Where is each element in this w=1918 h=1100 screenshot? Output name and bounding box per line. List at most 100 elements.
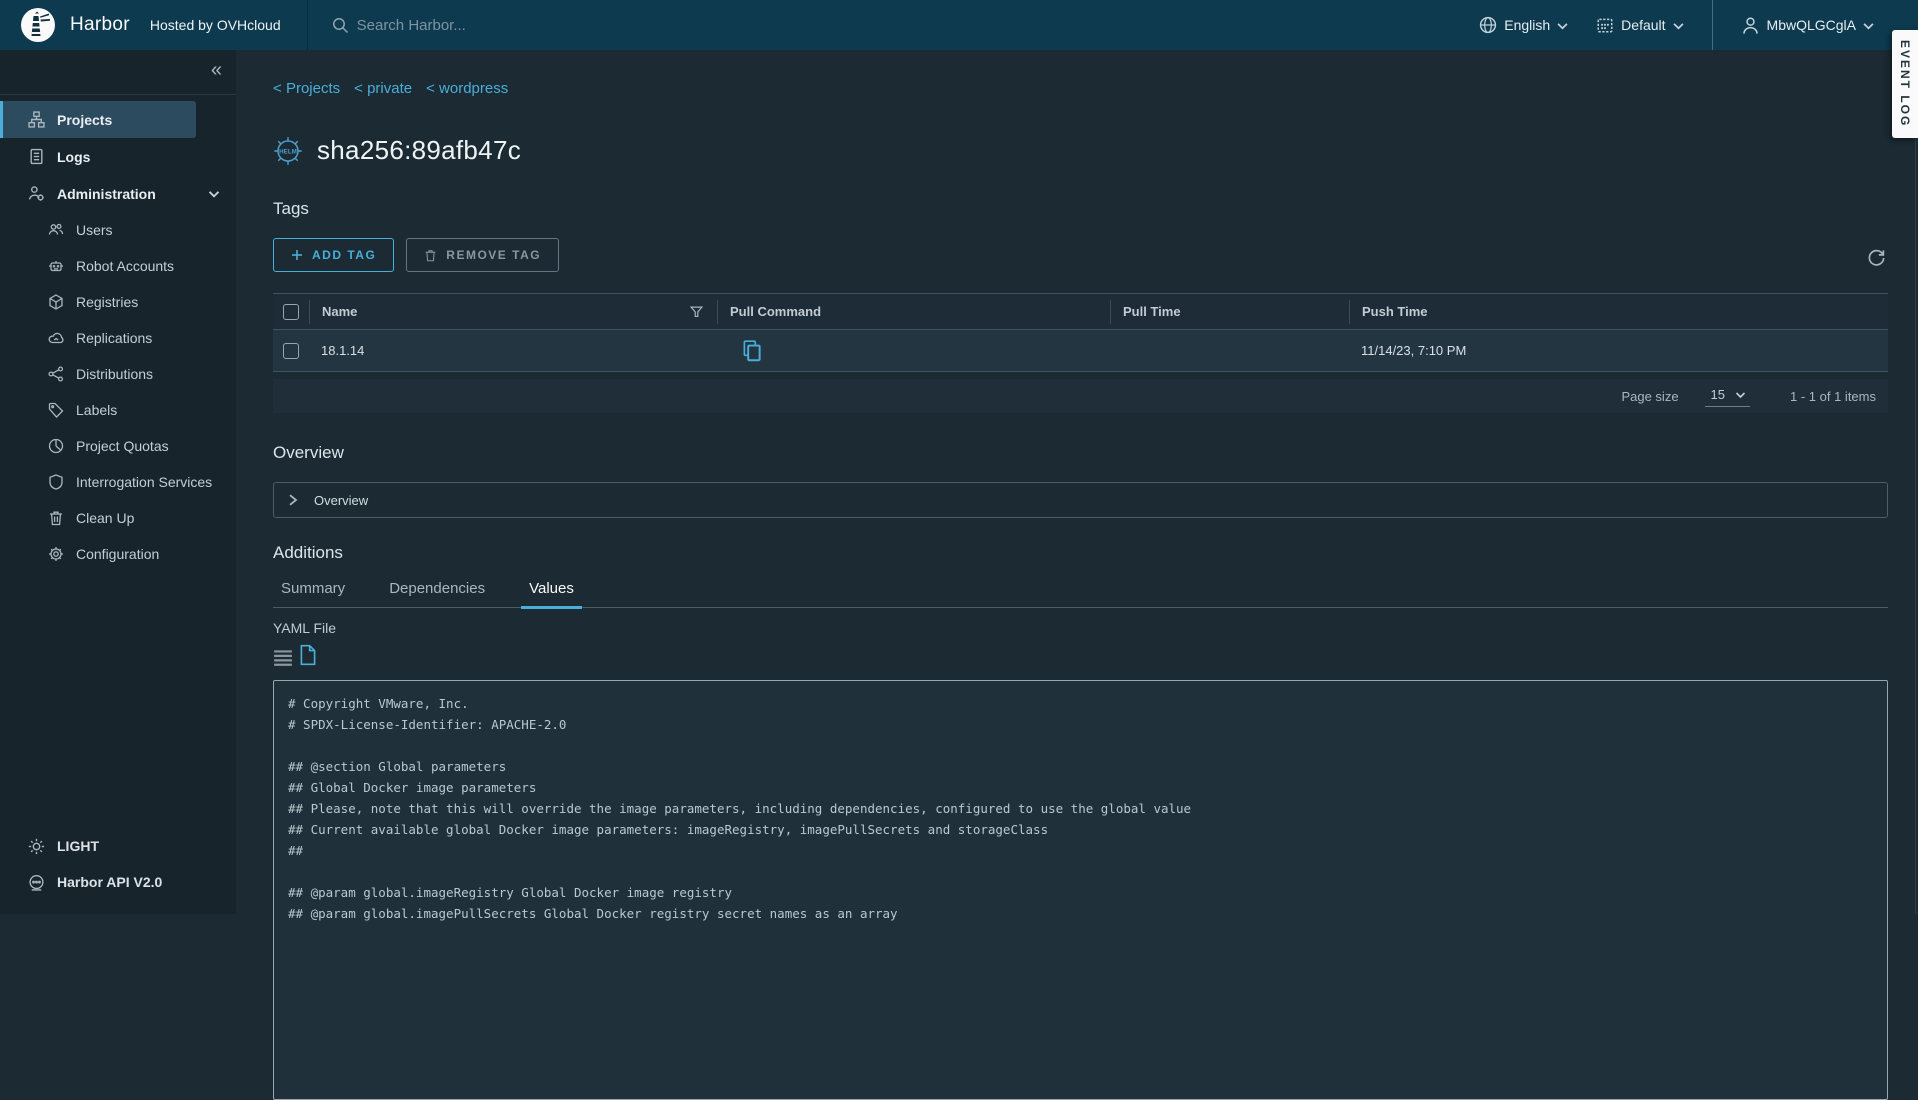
- refresh-icon[interactable]: [1867, 248, 1886, 267]
- sidebar-item-configuration[interactable]: Configuration: [0, 536, 236, 572]
- remove-tag-button[interactable]: REMOVE TAG: [406, 238, 559, 272]
- users-icon: [48, 222, 64, 238]
- administration-icon: [28, 185, 45, 202]
- theme-toggle[interactable]: LIGHT: [0, 828, 236, 864]
- breadcrumb: Projects private wordpress: [273, 80, 1888, 97]
- api-link[interactable]: Harbor API V2.0: [0, 864, 236, 900]
- brand[interactable]: Harbor Hosted by OVHcloud: [0, 7, 281, 43]
- plus-icon: [291, 249, 303, 261]
- sidebar-item-administration[interactable]: Administration: [0, 175, 236, 212]
- pagination-range: 1 - 1 of 1 items: [1790, 389, 1876, 404]
- sidebar-item-label: Registries: [76, 294, 138, 310]
- app-title: Harbor: [70, 14, 130, 36]
- copy-icon[interactable]: [741, 339, 763, 363]
- helm-icon: HELM: [273, 136, 303, 166]
- sidebar-item-label: Clean Up: [76, 510, 134, 526]
- chevron-down-icon: [1673, 21, 1684, 30]
- breadcrumb-private[interactable]: private: [354, 80, 412, 97]
- file-view-icon[interactable]: [299, 644, 317, 666]
- sidebar-item-label: Replications: [76, 330, 152, 346]
- language-menu[interactable]: English: [1469, 16, 1578, 34]
- sidebar-item-clean-up[interactable]: Clean Up: [0, 500, 236, 536]
- sidebar-item-label: Robot Accounts: [76, 258, 174, 274]
- sidebar-item-label: Users: [76, 222, 113, 238]
- list-view-icon[interactable]: [273, 648, 293, 666]
- app-subtitle: Hosted by OVHcloud: [150, 17, 281, 33]
- breadcrumb-projects[interactable]: Projects: [273, 80, 340, 97]
- sidebar-item-logs[interactable]: Logs: [0, 138, 236, 175]
- column-header-pull-command[interactable]: Pull Command: [730, 304, 821, 319]
- overview-accordion[interactable]: Overview: [273, 482, 1888, 518]
- event-log-tab[interactable]: EVENT LOG: [1892, 30, 1918, 138]
- page-size-value: 15: [1711, 387, 1725, 402]
- sidebar-item-label: Labels: [76, 402, 117, 418]
- sidebar-item-registries[interactable]: Registries: [0, 284, 236, 320]
- table-footer: Page size 15 1 - 1 of 1 items: [273, 379, 1888, 413]
- tags-heading: Tags: [273, 199, 1888, 219]
- header-divider: [1712, 0, 1713, 50]
- sidebar-item-robot-accounts[interactable]: Robot Accounts: [0, 248, 236, 284]
- pie-icon: [48, 438, 64, 454]
- user-icon: [1741, 16, 1760, 35]
- sidebar-item-label: Administration: [57, 186, 156, 202]
- overview-panel-label: Overview: [314, 493, 368, 508]
- yaml-toolbar: [273, 644, 1888, 666]
- cloud-icon: [48, 330, 64, 346]
- tags-toolbar: ADD TAG REMOVE TAG: [273, 238, 1888, 272]
- main-content: Projects private wordpress HELM sha256:8…: [236, 50, 1918, 914]
- sidebar-item-users[interactable]: Users: [0, 212, 236, 248]
- svg-text:HELM: HELM: [279, 148, 297, 155]
- username-label: MbwQLGCglA: [1767, 17, 1856, 33]
- yaml-viewer[interactable]: # Copyright VMware, Inc. # SPDX-License-…: [273, 680, 1888, 1100]
- sidebar-item-interrogation-services[interactable]: Interrogation Services: [0, 464, 236, 500]
- language-label: English: [1504, 17, 1550, 33]
- column-header-push-time[interactable]: Push Time: [1362, 304, 1428, 319]
- search-input[interactable]: [355, 16, 615, 35]
- collapse-sidebar-icon[interactable]: «: [211, 59, 222, 82]
- theme-toggle-label: LIGHT: [57, 838, 99, 854]
- remove-tag-label: REMOVE TAG: [446, 248, 541, 262]
- sidebar-item-label: Configuration: [76, 546, 159, 562]
- tab-values[interactable]: Values: [521, 576, 582, 607]
- sidebar-item-labels[interactable]: Labels: [0, 392, 236, 428]
- filter-icon[interactable]: [690, 306, 703, 318]
- chevron-down-icon: [1735, 391, 1746, 399]
- gear-icon: [48, 546, 64, 562]
- header-divider: [307, 0, 308, 50]
- harbor-logo-icon: [20, 7, 56, 43]
- sidebar-item-replications[interactable]: Replications: [0, 320, 236, 356]
- trash-icon: [424, 249, 437, 262]
- additions-heading: Additions: [273, 543, 1888, 563]
- cube-icon: [48, 294, 64, 310]
- tab-dependencies[interactable]: Dependencies: [381, 576, 493, 607]
- calendar-icon: [1596, 16, 1614, 34]
- sidebar-item-projects[interactable]: Projects: [0, 101, 196, 138]
- search-icon: [332, 17, 349, 34]
- user-menu[interactable]: MbwQLGCglA: [1731, 16, 1884, 35]
- add-tag-button[interactable]: ADD TAG: [273, 238, 394, 272]
- page-title: sha256:89afb47c: [317, 135, 521, 166]
- theme-label: Default: [1621, 17, 1665, 33]
- trash-icon: [48, 510, 64, 526]
- artifact-header: HELM sha256:89afb47c: [273, 135, 1888, 166]
- chevron-down-icon: [1863, 21, 1874, 30]
- row-checkbox[interactable]: [283, 343, 299, 359]
- breadcrumb-wordpress[interactable]: wordpress: [426, 80, 508, 97]
- caret-right-icon: [288, 494, 298, 506]
- tags-table: Name Pull Command Pull Time Push Time 18…: [273, 293, 1888, 413]
- sidebar-item-label: Project Quotas: [76, 438, 169, 454]
- table-row: 18.1.14 11/14/23, 7:10 PM: [273, 330, 1888, 372]
- tab-summary[interactable]: Summary: [273, 576, 353, 607]
- column-header-name[interactable]: Name: [322, 304, 357, 319]
- sidebar-item-label: Distributions: [76, 366, 153, 382]
- push-time-cell: 11/14/23, 7:10 PM: [1361, 343, 1466, 358]
- column-header-pull-time[interactable]: Pull Time: [1123, 304, 1181, 319]
- yaml-file-label: YAML File: [273, 620, 1888, 636]
- page-size-select[interactable]: 15: [1705, 385, 1750, 407]
- sidebar-header: «: [0, 50, 236, 95]
- sidebar-item-project-quotas[interactable]: Project Quotas: [0, 428, 236, 464]
- select-all-checkbox[interactable]: [283, 304, 299, 320]
- theme-menu[interactable]: Default: [1586, 16, 1693, 34]
- tag-name-cell: 18.1.14: [321, 343, 364, 358]
- sidebar-item-distributions[interactable]: Distributions: [0, 356, 236, 392]
